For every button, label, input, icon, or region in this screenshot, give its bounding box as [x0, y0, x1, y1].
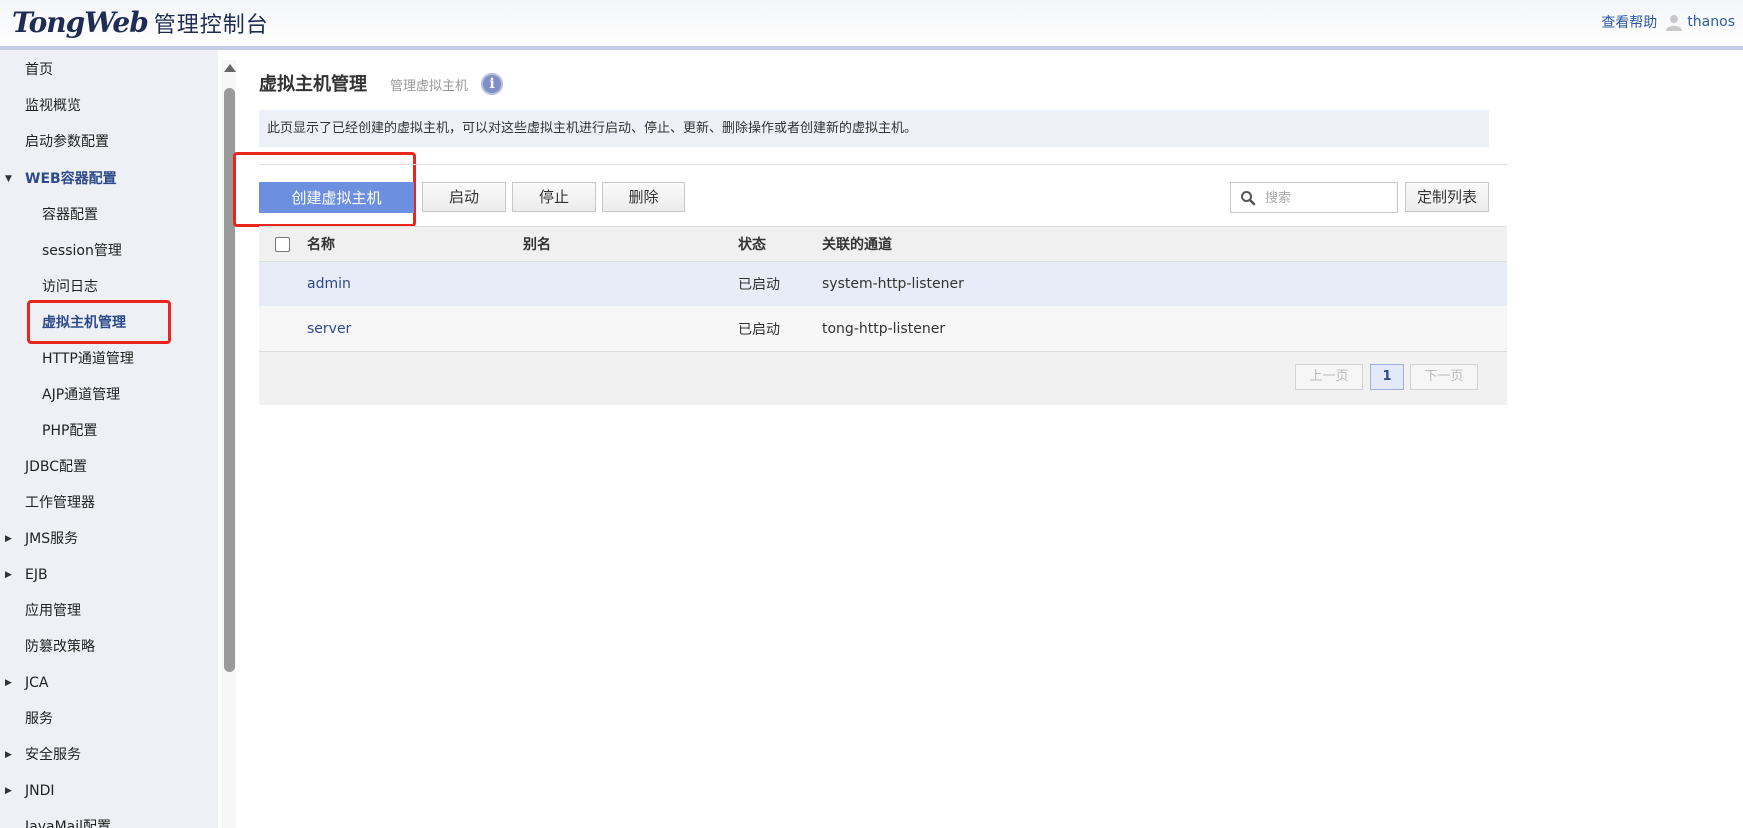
row-name-link[interactable]: server	[307, 321, 351, 337]
caret-right-icon: ▶	[5, 678, 12, 688]
row-name-link[interactable]: admin	[307, 276, 351, 292]
caret-right-icon: ▶	[5, 750, 12, 760]
search-box[interactable]	[1230, 182, 1398, 213]
sidebar-item-label: 启动参数配置	[25, 134, 109, 150]
sidebar-item-label: JDBC配置	[25, 459, 88, 475]
sidebar-item-label: WEB容器配置	[25, 171, 117, 187]
logo-brand: TongWeb	[12, 6, 149, 39]
sidebar-item-jms[interactable]: ▶ JMS服务	[0, 524, 210, 554]
sidebar-item-ajp-channel[interactable]: AJP通道管理	[0, 380, 210, 410]
sidebar-item-http-channel[interactable]: HTTP通道管理	[0, 344, 210, 374]
caret-down-icon: ▼	[5, 174, 12, 184]
tongweb-logo: TongWeb 管理控制台	[12, 6, 269, 42]
sidebar-item-label: JavaMail配置	[25, 819, 112, 828]
sidebar-item-label: 工作管理器	[25, 495, 95, 511]
sidebar-item-access-log[interactable]: 访问日志	[0, 272, 210, 302]
sidebar-item-label: JCA	[25, 675, 49, 691]
sidebar-item-app-management[interactable]: 应用管理	[0, 596, 210, 626]
sidebar-item-label: 应用管理	[25, 603, 81, 619]
sidebar-item-monitor-overview[interactable]: 监视概览	[0, 91, 210, 121]
sidebar-item-jdbc[interactable]: JDBC配置	[0, 452, 210, 482]
top-header: TongWeb 管理控制台 查看帮助 thanos	[0, 0, 1743, 50]
page-title: 虚拟主机管理	[259, 74, 367, 95]
sidebar-item-security[interactable]: ▶ 安全服务	[0, 740, 210, 770]
row-channel: system-http-listener	[822, 276, 964, 292]
caret-right-icon: ▶	[5, 570, 12, 580]
row-status: 已启动	[738, 277, 780, 293]
username-link[interactable]: thanos	[1687, 14, 1735, 30]
page-description: 此页显示了已经创建的虚拟主机，可以对这些虚拟主机进行启动、停止、更新、删除操作或…	[259, 110, 1489, 147]
sidebar-item-label: JMS服务	[25, 531, 79, 547]
table-row[interactable]: server 已启动 tong-http-listener	[259, 306, 1507, 352]
row-status: 已启动	[738, 321, 780, 338]
table-row[interactable]: admin 已启动 system-http-listener	[259, 262, 1507, 306]
start-button[interactable]: 启动	[422, 182, 506, 212]
column-header-status[interactable]: 状态	[738, 227, 766, 261]
sidebar-item-label: session管理	[42, 243, 122, 259]
search-input[interactable]	[1263, 187, 1395, 209]
sidebar-item-label: 访问日志	[42, 279, 98, 295]
sidebar-item-session[interactable]: session管理	[0, 236, 210, 266]
sidebar-item-label: 首页	[25, 62, 53, 78]
sidebar-item-startup-params[interactable]: 启动参数配置	[0, 127, 210, 157]
create-virtual-host-button[interactable]: 创建虚拟主机	[259, 182, 414, 213]
sidebar-item-label: 防篡改策略	[25, 639, 95, 655]
search-icon	[1241, 191, 1256, 206]
prev-page-button[interactable]: 上一页	[1295, 364, 1363, 390]
sidebar-item-home[interactable]: 首页	[0, 55, 210, 85]
sidebar-item-label: 监视概览	[25, 98, 81, 114]
sidebar-item-javamail[interactable]: JavaMail配置	[0, 812, 210, 828]
sidebar-item-label: PHP配置	[42, 423, 98, 439]
divider	[259, 164, 1507, 165]
sidebar-item-label: JNDI	[25, 783, 55, 799]
page-number-button[interactable]: 1	[1370, 364, 1404, 390]
next-page-button[interactable]: 下一页	[1410, 364, 1478, 390]
delete-button[interactable]: 删除	[602, 182, 685, 212]
caret-right-icon: ▶	[5, 786, 12, 796]
sidebar-item-label: HTTP通道管理	[42, 351, 134, 367]
sidebar-item-label: 服务	[25, 711, 53, 727]
help-link[interactable]: 查看帮助	[1601, 12, 1657, 32]
column-header-channel[interactable]: 关联的通道	[822, 227, 892, 261]
sidebar-item-jca[interactable]: ▶ JCA	[0, 668, 210, 698]
page-subtitle: 管理虚拟主机	[390, 79, 469, 94]
sidebar-item-services[interactable]: 服务	[0, 704, 210, 734]
sidebar-item-work-manager[interactable]: 工作管理器	[0, 488, 210, 518]
sidebar-item-label: 容器配置	[42, 207, 98, 223]
sidebar: 首页 监视概览 启动参数配置 ▼ WEB容器配置 容器配置 session管理 …	[0, 50, 218, 828]
sidebar-item-container-config[interactable]: 容器配置	[0, 200, 210, 230]
sidebar-item-jndi[interactable]: ▶ JNDI	[0, 776, 210, 806]
user-icon	[1666, 15, 1683, 31]
header-right: 查看帮助 thanos	[1601, 12, 1735, 32]
stop-button[interactable]: 停止	[512, 182, 596, 212]
info-icon[interactable]: i	[481, 73, 503, 95]
sidebar-item-ejb[interactable]: ▶ EJB	[0, 560, 210, 590]
column-header-alias[interactable]: 别名	[523, 227, 551, 261]
sidebar-item-label: EJB	[25, 567, 48, 583]
sidebar-item-anti-tamper[interactable]: 防篡改策略	[0, 632, 210, 662]
sidebar-item-php-config[interactable]: PHP配置	[0, 416, 210, 446]
sidebar-item-label: 安全服务	[25, 747, 81, 763]
table-header: 名称 别名 状态 关联的通道	[259, 226, 1507, 262]
select-all-checkbox[interactable]	[275, 236, 290, 252]
annotation-highlight-sidebar	[27, 300, 171, 344]
sidebar-item-label: AJP通道管理	[42, 387, 121, 403]
sidebar-item-web-container[interactable]: ▼ WEB容器配置	[0, 164, 210, 194]
logo-subtitle: 管理控制台	[153, 13, 269, 38]
column-header-name[interactable]: 名称	[307, 227, 335, 261]
scroll-up-arrow-icon[interactable]	[224, 64, 236, 72]
row-channel: tong-http-listener	[822, 320, 946, 337]
customize-list-button[interactable]: 定制列表	[1405, 182, 1489, 212]
pagination: 上一页 1 下一页	[259, 352, 1507, 405]
caret-right-icon: ▶	[5, 534, 12, 544]
